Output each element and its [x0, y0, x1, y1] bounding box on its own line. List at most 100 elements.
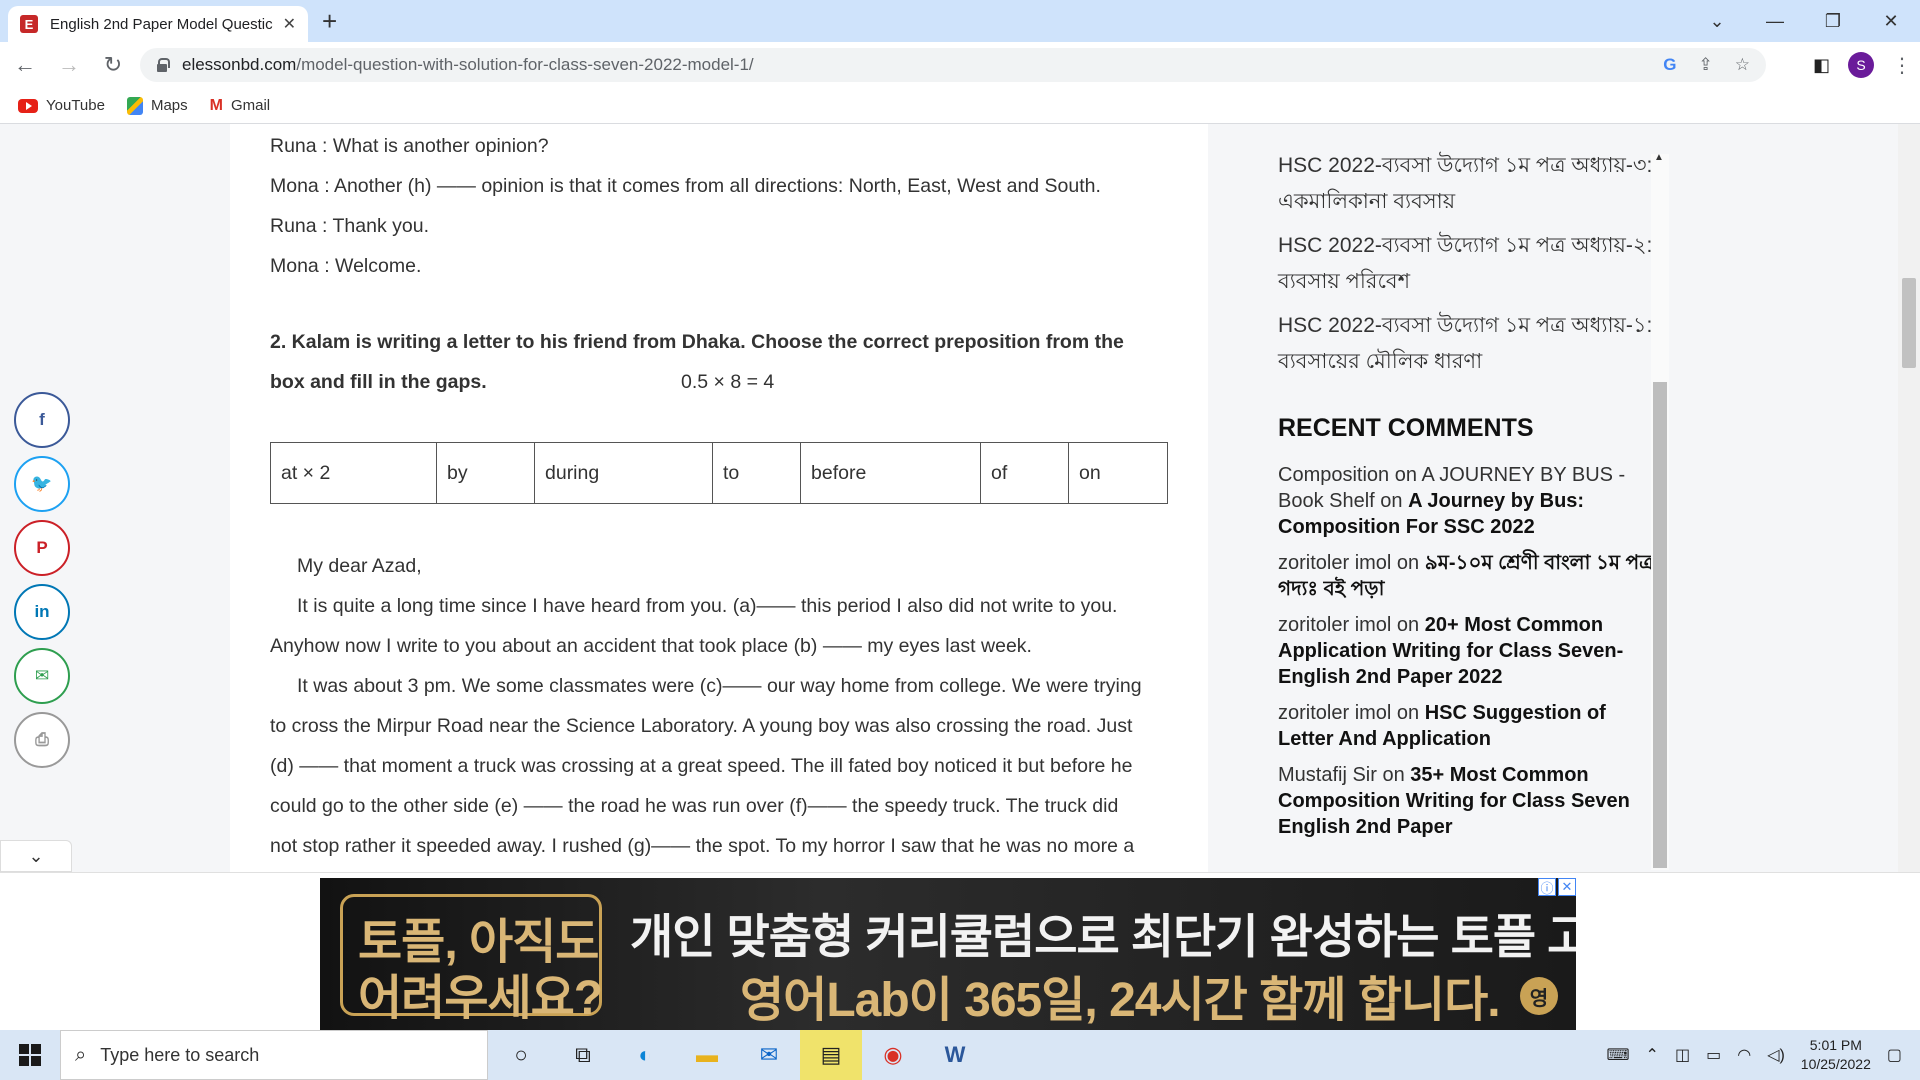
comment-author[interactable]: Composition	[1278, 464, 1389, 486]
youtube-icon	[18, 98, 38, 113]
new-tab-button[interactable]: +	[322, 6, 337, 37]
taskbar-apps: ○ ⧉ ◐ ▬ ✉ ▤ ◉ W	[490, 1030, 986, 1080]
close-window-button[interactable]: ✕	[1862, 0, 1920, 42]
word-icon[interactable]: W	[924, 1030, 986, 1080]
bookmark-label: Gmail	[230, 97, 271, 114]
lock-icon[interactable]	[156, 58, 170, 72]
taskbar: ⌕ Type here to search ○ ⧉ ◐ ▬ ✉ ▤ ◉ W ⌨ …	[0, 1030, 1920, 1080]
scroll-up-icon[interactable]: ▲	[1654, 152, 1664, 163]
clock[interactable]: 5:01 PM 10/25/2022	[1801, 1036, 1871, 1074]
bookmark-maps[interactable]: Maps	[126, 96, 188, 115]
comment-author[interactable]: zoritoler imol	[1278, 552, 1391, 574]
question-2-line2: box and fill in the gaps.	[270, 371, 487, 393]
task-view-icon[interactable]: ⧉	[552, 1030, 614, 1080]
reload-button[interactable]: ↻	[94, 52, 132, 78]
recent-comment: zoritoler imol on 20+ Most Common Applic…	[1278, 612, 1658, 690]
share-collapse-button[interactable]: ⌄	[0, 840, 72, 872]
recent-comments-title: RECENT COMMENTS	[1278, 414, 1534, 442]
dialogue-line: Mona : Another (h) —— opinion is that it…	[270, 175, 1101, 197]
notification-icon[interactable]: ▢	[1887, 1045, 1902, 1065]
tab-active[interactable]: E English 2nd Paper Model Questic ✕	[8, 6, 308, 42]
letter-line: (d) —— that moment a truck was crossing …	[270, 755, 1133, 777]
comment-author[interactable]: Mustafij Sir	[1278, 764, 1377, 786]
page-scroll-thumb[interactable]	[1902, 278, 1916, 368]
volume-icon[interactable]: ◁)	[1767, 1045, 1785, 1065]
comment-on: on	[1396, 552, 1420, 574]
share-linkedin-button[interactable]: in	[14, 584, 70, 640]
letter-line: to cross the Mirpur Road near the Scienc…	[270, 715, 1133, 737]
network-icon[interactable]: ◫	[1675, 1045, 1690, 1065]
share-print-button[interactable]: ⎙	[14, 712, 70, 768]
ad-banner[interactable]: 토플, 아직도 어려우세요? 개인 맞춤형 커리큘럼으로 최단기 완성하는 토플…	[320, 878, 1576, 1031]
browser-toolbar: ← → ↻ elessonbd.com/model-question-with-…	[0, 42, 1920, 88]
taskbar-search[interactable]: ⌕ Type here to search	[60, 1030, 488, 1080]
bookmark-label: YouTube	[46, 97, 105, 114]
preposition-cell: during	[534, 442, 713, 504]
menu-icon[interactable]: ⋮	[1892, 53, 1912, 78]
comment-author[interactable]: zoritoler imol	[1278, 702, 1391, 724]
article-content: Runa : What is another opinion? Mona : A…	[230, 124, 1208, 872]
share-facebook-button[interactable]: f	[14, 392, 70, 448]
start-button[interactable]	[0, 1044, 60, 1066]
recent-comment: Composition on A JOURNEY BY BUS - Book S…	[1278, 462, 1658, 540]
address-bar[interactable]: elessonbd.com/model-question-with-soluti…	[140, 48, 1766, 82]
bookmark-gmail[interactable]: M Gmail	[210, 97, 271, 115]
preposition-cell: before	[800, 442, 981, 504]
share-twitter-button[interactable]: 🐦	[14, 456, 70, 512]
battery-icon[interactable]: ▭	[1706, 1045, 1721, 1065]
letter-salutation: My dear Azad,	[297, 555, 422, 577]
sidebar-scroll-thumb[interactable]	[1653, 382, 1667, 868]
maps-icon	[126, 96, 143, 115]
keyboard-icon[interactable]: ⌨	[1606, 1045, 1629, 1065]
wifi-icon[interactable]: ◠	[1737, 1045, 1751, 1065]
sidebar: HSC 2022-ব্যবসা উদ্যোগ ১ম পত্র অধ্যায়-৩…	[1208, 124, 1670, 872]
ad-controls: ⓘ ✕	[1538, 878, 1576, 896]
dialogue-line: Runa : Thank you.	[270, 215, 429, 237]
chrome-icon[interactable]: ◉	[862, 1030, 924, 1080]
taskbar-search-placeholder: Type here to search	[100, 1044, 260, 1065]
bookmark-youtube[interactable]: YouTube	[18, 97, 105, 114]
side-panel-icon[interactable]: ◧	[1813, 55, 1830, 76]
preposition-cell: of	[980, 442, 1069, 504]
comment-author[interactable]: zoritoler imol	[1278, 614, 1391, 636]
facebook-icon: f	[39, 410, 45, 429]
minimize-button[interactable]: —	[1746, 0, 1804, 42]
tab-close-icon[interactable]: ✕	[283, 14, 296, 34]
bookmark-star-icon[interactable]: ☆	[1735, 55, 1750, 75]
share-pinterest-button[interactable]: P	[14, 520, 70, 576]
ad-headline: 개인 맞춤형 커리큘럼으로 최단기 완성하는 토플 고득점!	[630, 910, 1576, 963]
sidebar-post-link[interactable]: HSC 2022-ব্যবসা উদ্যোগ ১ম পত্র অধ্যায়-২…	[1278, 228, 1658, 300]
letter-line: It is quite a long time since I have hea…	[297, 595, 1118, 617]
restore-button[interactable]: ❐	[1804, 0, 1862, 42]
ad-logo-icon: 영	[1520, 977, 1558, 1015]
chevron-down-icon: ⌄	[28, 845, 44, 866]
ad-close-icon[interactable]: ✕	[1558, 878, 1576, 896]
bookmarks-bar: YouTube Maps M Gmail	[0, 88, 1920, 124]
mail-icon[interactable]: ✉	[738, 1030, 800, 1080]
file-explorer-icon[interactable]: ▬	[676, 1030, 738, 1080]
back-button[interactable]: ←	[6, 52, 44, 78]
tab-strip: E English 2nd Paper Model Questic ✕ + ⌄ …	[0, 0, 1920, 42]
forward-button[interactable]: →	[50, 52, 88, 78]
cortana-icon[interactable]: ○	[490, 1030, 552, 1080]
ad-left-line2: 어려우세요?	[358, 972, 603, 1025]
google-icon[interactable]: G	[1663, 55, 1676, 75]
ad-info-icon[interactable]: ⓘ	[1538, 878, 1556, 896]
share-email-button[interactable]: ✉	[14, 648, 70, 704]
ad-subline: 영어Lab이 365일, 24시간 함께 합니다.	[740, 974, 1501, 1027]
edge-icon[interactable]: ◐	[614, 1030, 676, 1080]
print-icon: ⎙	[35, 730, 49, 749]
tab-search-icon[interactable]: ⌄	[1688, 0, 1746, 42]
windows-icon	[19, 1044, 41, 1066]
comment-on: on	[1380, 490, 1403, 512]
sidebar-post-link[interactable]: HSC 2022-ব্যবসা উদ্যোগ ১ম পত্র অধ্যায়-১…	[1278, 308, 1658, 380]
chevron-up-icon[interactable]: ⌃	[1646, 1045, 1659, 1065]
sidebar-post-link[interactable]: HSC 2022-ব্যবসা উদ্যোগ ১ম পত্র অধ্যায়-৩…	[1278, 148, 1658, 220]
window-controls: ⌄ — ❐ ✕	[1688, 0, 1920, 42]
sidebar-scrollbar[interactable]: ▲	[1651, 152, 1669, 870]
tab-title: English 2nd Paper Model Questic	[50, 15, 273, 33]
clock-time: 5:01 PM	[1809, 1037, 1862, 1053]
app-yellow-icon[interactable]: ▤	[800, 1030, 862, 1080]
profile-avatar[interactable]: S	[1848, 52, 1874, 78]
share-icon[interactable]: ⇪	[1699, 55, 1713, 75]
